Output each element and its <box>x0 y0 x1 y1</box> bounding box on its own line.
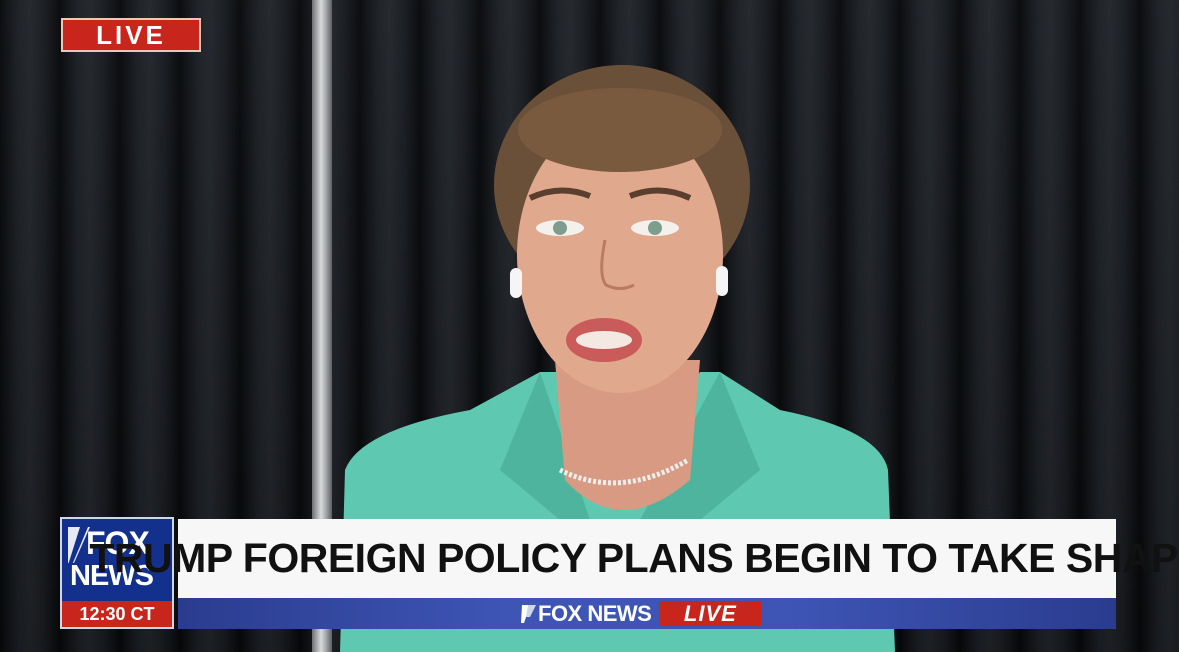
brand-name: FOX NEWS <box>538 600 652 626</box>
headline-text: TRUMP FOREIGN POLICY PLANS BEGIN TO TAKE… <box>89 535 1179 581</box>
headline-banner: TRUMP FOREIGN POLICY PLANS BEGIN TO TAKE… <box>89 519 1179 598</box>
fox-mark-icon <box>521 604 536 623</box>
network-ticker-bar: FOX NEWS LIVE <box>178 598 1116 629</box>
brand-live-tag: LIVE <box>659 601 762 626</box>
clock-time: 12:30 CT <box>62 601 172 627</box>
network-brand: FOX NEWS LIVE <box>520 600 762 627</box>
live-badge: LIVE <box>61 18 201 52</box>
live-badge-label: LIVE <box>96 19 166 50</box>
